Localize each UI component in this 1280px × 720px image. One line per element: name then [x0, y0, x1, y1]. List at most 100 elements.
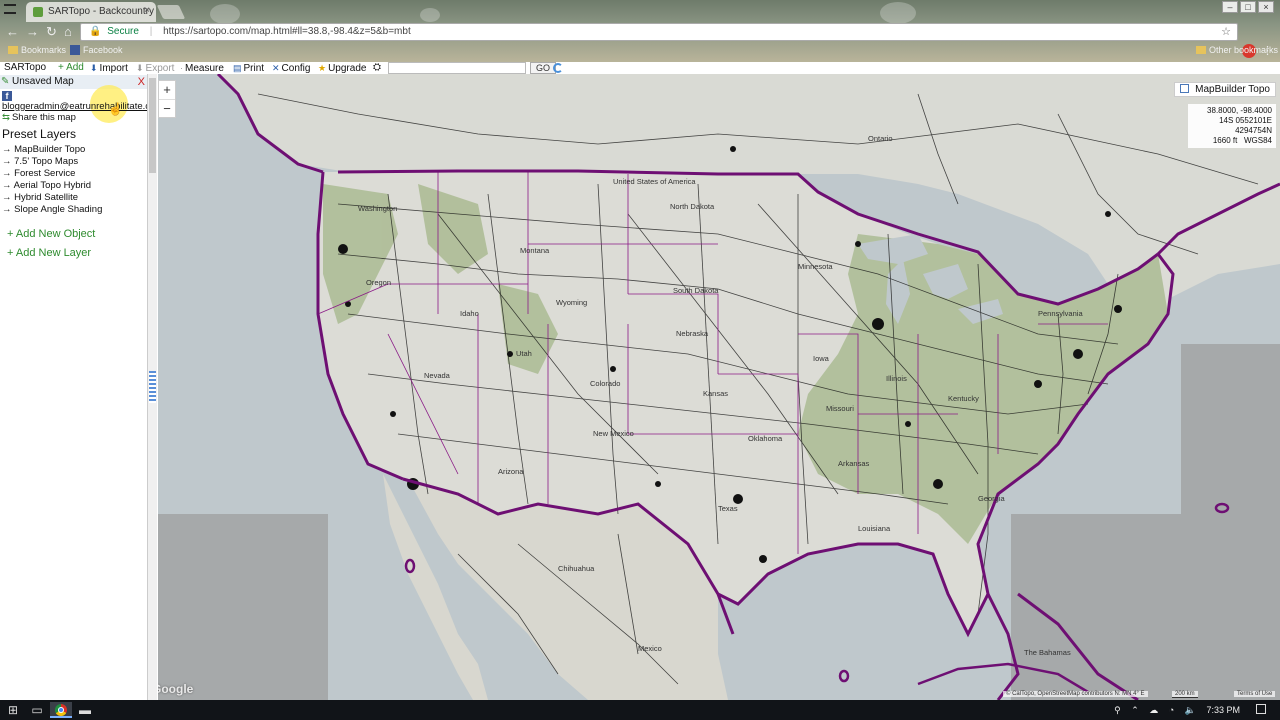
bookmark-item[interactable]: Facebook: [70, 45, 123, 55]
binoculars-icon[interactable]: ⛭: [373, 62, 381, 74]
map-label: Arizona: [498, 467, 524, 476]
notifications-icon[interactable]: [1256, 704, 1266, 714]
add-new-layer-link[interactable]: + Add New Layer: [7, 247, 91, 259]
measure-label: Measure: [185, 63, 224, 74]
map-label: United States of America: [613, 177, 696, 186]
people-icon[interactable]: ⚲: [1114, 705, 1121, 715]
menu-icon[interactable]: [4, 4, 16, 14]
separator: |: [149, 26, 153, 37]
map-svg: [158, 74, 1280, 700]
google-logo: Google: [158, 682, 194, 696]
sartopo-favicon-icon: [33, 7, 43, 17]
bookmark-label: Facebook: [83, 45, 123, 55]
layers-icon: [1180, 84, 1190, 93]
new-tab-button[interactable]: [156, 5, 186, 19]
map-label: Texas: [718, 504, 738, 513]
clock[interactable]: 7:33 PM: [1206, 705, 1240, 715]
unloaded-tile: [1181, 344, 1280, 700]
map-canvas[interactable]: Ontario United States of America North D…: [158, 74, 1280, 700]
map-label: Oklahoma: [748, 434, 783, 443]
ruler-icon: ·: [180, 63, 183, 73]
address-bar[interactable]: 🔒 Secure | https://sartopo.com/map.html#…: [80, 23, 1238, 41]
bookmark-item[interactable]: Bookmarks: [8, 45, 66, 55]
share-label: Share this map: [11, 112, 76, 123]
add-new-object-link[interactable]: + Add New Object: [7, 228, 95, 240]
map-label: Nevada: [424, 371, 450, 380]
map-label: Utah: [516, 349, 532, 358]
layer-mapbuilder-topo[interactable]: → MapBuilder Topo: [2, 144, 85, 155]
back-icon[interactable]: ←: [6, 24, 19, 39]
basemap-selector[interactable]: MapBuilder Topo: [1174, 82, 1276, 97]
minimize-icon[interactable]: –: [1222, 1, 1238, 13]
other-bookmarks-label: Other bookmarks: [1209, 45, 1279, 55]
map-label: Iowa: [813, 354, 829, 363]
map-attribution[interactable]: © CalTopo, OpenStreetMap contributors N:…: [1003, 691, 1148, 697]
bookmark-star-icon[interactable]: ☆: [1221, 25, 1231, 38]
layer-hybrid-satellite[interactable]: → Hybrid Satellite: [2, 192, 78, 203]
tab-close-icon[interactable]: ×: [144, 5, 150, 16]
windows-start-icon[interactable]: ⊞: [2, 702, 24, 718]
maximize-icon[interactable]: □: [1240, 1, 1256, 13]
map-label: Arkansas: [838, 459, 870, 468]
wrench-icon: ✕: [272, 63, 280, 73]
coordinate-readout: 38.8000, -98.4000 14S 0552101E 4294754N …: [1188, 104, 1276, 148]
reload-icon[interactable]: ↻: [46, 24, 57, 40]
share-map-link[interactable]: ⇆ Share this map: [2, 112, 76, 123]
home-icon[interactable]: ⌂: [64, 24, 72, 39]
map-label: Ontario: [868, 134, 893, 143]
layer-slope-angle-shading[interactable]: → Slope Angle Shading: [2, 204, 102, 215]
task-view-icon[interactable]: ▭: [26, 702, 48, 718]
zoom-in-button[interactable]: +: [159, 81, 175, 99]
volume-icon[interactable]: 🔈: [1185, 705, 1196, 715]
panel-scrollbar[interactable]: [147, 74, 157, 700]
location-search-input[interactable]: [388, 62, 526, 74]
map-label: Oregon: [366, 278, 392, 287]
terms-link[interactable]: Terms of Use: [1234, 691, 1276, 697]
loading-spinner-icon: [553, 63, 563, 73]
wifi-icon[interactable]: ◔: [1169, 705, 1174, 715]
file-explorer-icon[interactable]: ▬: [74, 702, 96, 718]
map-label: Georgia: [978, 494, 1005, 503]
pencil-icon[interactable]: ✎: [1, 75, 9, 89]
layer-7-5-topo-maps[interactable]: → 7.5' Topo Maps: [2, 156, 78, 167]
map-title[interactable]: Unsaved Map: [12, 76, 74, 87]
map-label: New Mexico: [593, 429, 634, 438]
map-label: Idaho: [460, 309, 479, 318]
map-label: Kentucky: [948, 394, 979, 403]
chrome-taskbar-icon[interactable]: [50, 702, 72, 718]
map-label: Chihuahua: [558, 564, 595, 573]
zoom-out-button[interactable]: −: [159, 99, 175, 117]
system-tray: ⚲ ⌃ ☁ ◔ 🔈 7:33 PM: [1106, 702, 1240, 718]
browser-tab[interactable]: SARTopo - Backcountry ×: [26, 2, 156, 22]
close-window-icon[interactable]: ×: [1258, 1, 1274, 13]
brand-label[interactable]: SARTopo: [4, 62, 46, 74]
layer-aerial-topo-hybrid[interactable]: → Aerial Topo Hybrid: [2, 180, 91, 191]
share-icon: ⇆: [2, 112, 10, 123]
upgrade-label: Upgrade: [328, 63, 367, 74]
layer-forest-service[interactable]: → Forest Service: [2, 168, 75, 179]
map-label: Nebraska: [676, 329, 709, 338]
folder-icon: [8, 46, 18, 54]
folder-icon: [1196, 46, 1206, 54]
secure-label: Secure: [107, 26, 139, 37]
add-button[interactable]: + Add: [58, 62, 84, 74]
panel-resize-grip[interactable]: [149, 371, 156, 403]
map-label: South Dakota: [673, 286, 719, 295]
coord-utm: 14S 0552101E 4294754N: [1219, 116, 1272, 135]
facebook-icon[interactable]: f: [2, 91, 12, 101]
map-label: Pennsylvania: [1038, 309, 1083, 318]
windows-taskbar: ⊞ ▭ ▬ ⚲ ⌃ ☁ ◔ 🔈 7:33 PM: [0, 700, 1280, 720]
printer-icon: ▤: [233, 63, 242, 73]
onedrive-icon[interactable]: ☁: [1149, 705, 1158, 715]
map-label: Montana: [520, 246, 550, 255]
tray-chevron-icon[interactable]: ⌃: [1131, 705, 1139, 715]
unloaded-tile: [158, 514, 328, 700]
export-label: Export: [145, 63, 175, 74]
scrollbar-thumb[interactable]: [149, 78, 156, 173]
forward-icon[interactable]: →: [26, 24, 39, 39]
other-bookmarks[interactable]: Other bookmarks: [1196, 45, 1278, 55]
import-label: Import: [99, 63, 128, 74]
panel-close-button[interactable]: X: [138, 75, 145, 89]
account-email-link[interactable]: bloggeradmin@eatrunrehabilitate.com: [2, 101, 147, 112]
zoom-control: + −: [158, 80, 176, 118]
